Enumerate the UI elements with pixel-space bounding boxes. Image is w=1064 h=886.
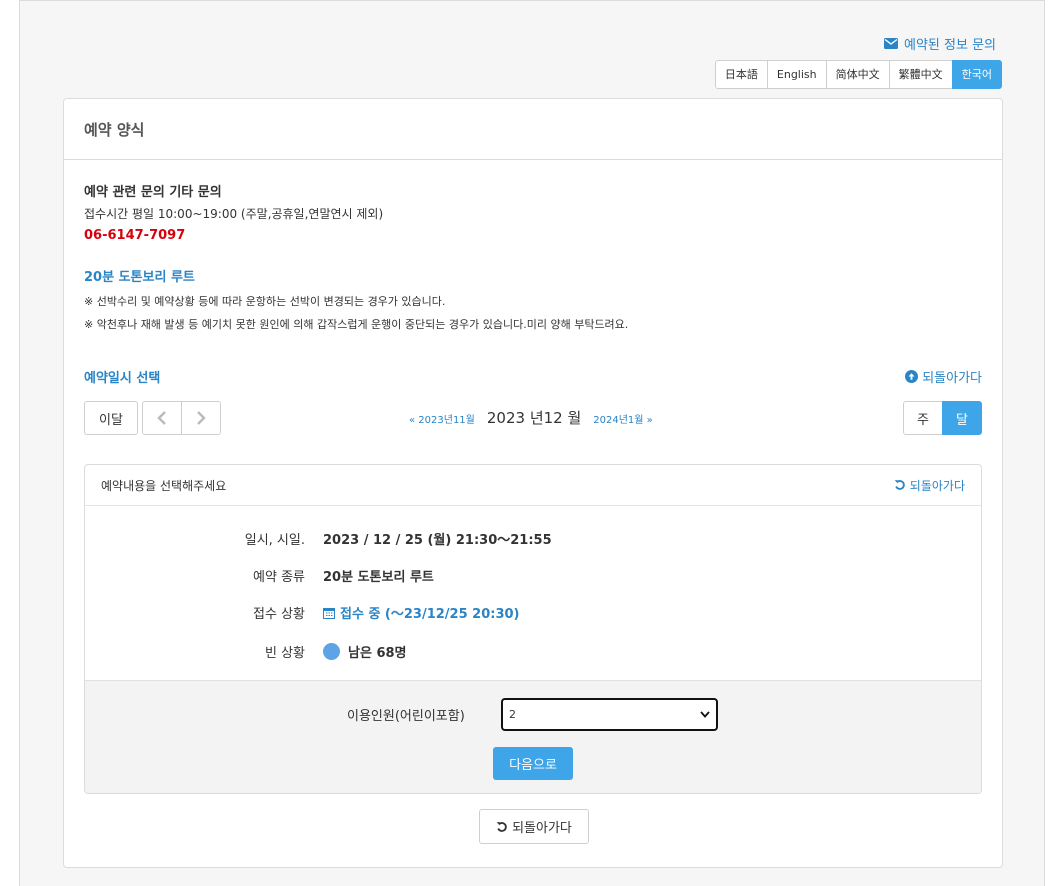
datetime-label: 일시, 시일. <box>244 533 305 548</box>
reservation-detail-box: 예약내용을 선택해주세요 되돌아가다 일시, 시일. 2023 / 12 / 2… <box>84 464 982 794</box>
contact-phone: 06-6147-7097 <box>84 228 186 243</box>
people-section: 이용인원(어린이포함) 2 다음으로 <box>85 680 981 793</box>
contact-hours: 접수시간 평일 10:00~19:00 (주말,공휴일,연말연시 제외) <box>84 207 384 221</box>
status-label: 접수 상황 <box>253 607 305 622</box>
calendar-back-label: 되돌아가다 <box>922 371 982 386</box>
lang-english-button[interactable]: English <box>766 60 827 89</box>
detail-heading: 예약내용을 선택해주세요 <box>101 478 227 493</box>
type-value: 20분 도톤보리 루트 <box>323 570 434 585</box>
month-nav-buttons <box>142 401 221 435</box>
chevron-left-icon <box>157 411 166 425</box>
next-month-link[interactable]: 2024년1월 » <box>593 411 653 426</box>
next-step-button[interactable]: 다음으로 <box>493 747 573 780</box>
people-select-value: 2 <box>509 708 516 721</box>
undo-icon <box>894 480 905 490</box>
contact-title: 예약 관련 문의 기타 문의 <box>84 185 222 200</box>
reservation-panel: 예약 양식 예약 관련 문의 기타 문의 접수시간 평일 10:00~19:00… <box>63 98 1003 868</box>
view-toggle: 주 달 <box>903 401 982 435</box>
vacancy-value-wrap: 남은 68명 <box>323 642 407 661</box>
route-note-1: ※ 선박수리 및 예약상황 등에 따라 운항하는 선박이 변경되는 경우가 있습… <box>84 295 446 308</box>
route-title: 20분 도톤보리 루트 <box>84 270 195 285</box>
lang-traditional-chinese-button[interactable]: 繁體中文 <box>888 60 953 89</box>
language-selector: 日本語 English 简体中文 繁體中文 한국어 <box>714 60 1002 89</box>
inquiry-link[interactable]: 예약된 정보 문의 <box>884 34 996 53</box>
people-label: 이용인원(어린이포함) <box>347 709 465 724</box>
vacancy-row: 빈 상황 남은 68명 <box>85 642 981 661</box>
panel-title: 예약 양식 <box>64 99 1002 160</box>
prev-month-link[interactable]: « 2023년11월 <box>409 411 475 426</box>
envelope-icon <box>884 38 898 49</box>
detail-header: 예약내용을 선택해주세요 되돌아가다 <box>85 465 981 506</box>
chevron-down-icon <box>700 711 710 718</box>
bottom-back-label: 되돌아가다 <box>512 821 572 836</box>
undo-icon <box>496 821 507 832</box>
vacancy-indicator-icon <box>323 643 340 660</box>
datetime-row: 일시, 시일. 2023 / 12 / 25 (월) 21:30〜21:55 <box>85 529 981 548</box>
prev-button[interactable] <box>142 401 182 435</box>
this-month-button[interactable]: 이달 <box>84 401 138 435</box>
inquiry-link-label: 예약된 정보 문의 <box>904 38 996 53</box>
chevron-right-icon <box>197 411 206 425</box>
next-button[interactable] <box>181 401 221 435</box>
month-navigation: « 2023년11월 2023 년12 월 2024년1월 » <box>409 407 653 428</box>
date-select-title: 예약일시 선택 <box>84 371 161 386</box>
lang-japanese-button[interactable]: 日本語 <box>714 60 768 89</box>
people-select[interactable]: 2 <box>501 698 718 731</box>
lang-korean-button[interactable]: 한국어 <box>951 60 1002 89</box>
current-month: 2023 년12 월 <box>486 409 582 427</box>
view-month-button[interactable]: 달 <box>942 401 982 435</box>
type-label: 예약 종류 <box>253 570 305 585</box>
view-week-button[interactable]: 주 <box>903 401 943 435</box>
status-row: 접수 상황 접수 중 (〜23/12/25 20:30) <box>85 603 981 622</box>
vacancy-label: 빈 상황 <box>264 646 305 661</box>
arrow-up-circle-icon <box>905 370 919 383</box>
vacancy-value: 남은 68명 <box>348 646 407 661</box>
status-value: 접수 중 (〜23/12/25 20:30) <box>340 607 520 622</box>
type-row: 예약 종류 20분 도톤보리 루트 <box>85 566 981 585</box>
status-value-wrap: 접수 중 (〜23/12/25 20:30) <box>323 603 520 622</box>
calendar-icon <box>323 607 335 619</box>
datetime-value: 2023 / 12 / 25 (월) 21:30〜21:55 <box>323 533 552 548</box>
detail-back-label: 되돌아가다 <box>909 478 965 493</box>
route-note-2: ※ 악천후나 재해 발생 등 예기치 못한 원인에 의해 갑작스럽게 운행이 중… <box>84 318 629 331</box>
bottom-back-button[interactable]: 되돌아가다 <box>479 809 589 844</box>
detail-back-link[interactable]: 되돌아가다 <box>894 477 965 494</box>
lang-simplified-chinese-button[interactable]: 简体中文 <box>825 60 890 89</box>
calendar-back-link[interactable]: 되돌아가다 <box>905 367 982 386</box>
